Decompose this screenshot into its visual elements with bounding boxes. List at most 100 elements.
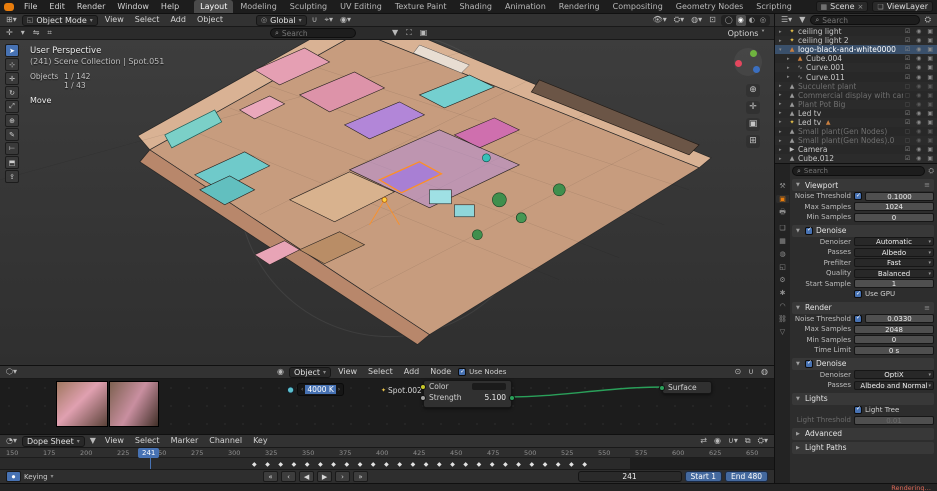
overlays-toggle-icon[interactable]: ◍▾ [689,14,704,26]
quality-dropdown[interactable]: Balanced [854,269,934,278]
outliner-item[interactable]: ▸▲ Succulent plant ▢ ◉ ▣ [775,82,937,91]
properties-search-input[interactable] [804,167,920,175]
increment-arrow-icon[interactable]: › [338,386,340,393]
visibility-toggles[interactable]: ▢ ◉ ▣ [905,137,935,144]
visibility-toggles[interactable]: ☑ ◉ ▣ [905,55,935,62]
panel-viewport-denoise[interactable]: ▼ Denoise [792,225,934,237]
tab-scripting[interactable]: Scripting [750,0,798,13]
visibility-toggles[interactable]: ☑ ◉ ▣ [905,155,935,162]
presets-icon[interactable]: ≡ [924,304,930,312]
panel-lights[interactable]: ▼Lights [792,393,934,405]
emission-output-socket[interactable] [509,395,515,401]
tool-extrude[interactable]: ⇪ [5,170,19,183]
filter-funnel-icon[interactable]: ▼ [88,435,98,447]
visibility-toggles[interactable]: ▢ ◉ ▣ [905,92,935,99]
shader-node-canvas[interactable]: ‹ 4000 K › ✦ Spot.002 Color [0,379,774,434]
visibility-toggles[interactable]: ▢ ◉ ▣ [905,83,935,90]
outliner-search[interactable]: ⌕ [810,15,919,25]
tab-physics[interactable]: ◠ [776,302,789,310]
camera-view-icon[interactable]: ▣ [746,118,760,131]
previous-keyframe-button[interactable]: ‹ [281,471,296,482]
blackbody-temperature-field[interactable]: ‹ 4000 K › [297,383,344,396]
mode-dropdown[interactable]: ◱ Object Mode ▾ [22,15,98,26]
tool-annotate[interactable]: ✎ [5,128,19,141]
menu-object[interactable]: Object [193,14,227,26]
dope-sheet-canvas[interactable]: 150 175 200 225 250 275 300 325 350 375 … [0,448,774,469]
outliner-item[interactable]: ▸▲ Cube.004 ☑ ◉ ▣ [775,54,937,63]
overlay-node-icon[interactable]: ◍ [759,366,770,378]
editor-type-icon[interactable]: ⊞▾ [4,14,19,26]
tab-modifiers[interactable]: ⚙ [776,276,789,284]
proportional-edit-icon[interactable]: ◉▾ [338,14,353,26]
shading-wireframe-icon[interactable]: ◯ [723,15,735,26]
frame-end-field[interactable]: End 480 [725,471,768,482]
tab-sculpting[interactable]: Sculpting [284,0,333,13]
playback-sync-icon[interactable]: ⇄ [698,435,709,447]
visibility-toggles[interactable]: ☑ ◉ ▣ [905,119,935,126]
time-limit-field[interactable]: 0 s [854,346,934,355]
noise-threshold-slider[interactable]: 0.1000 [865,192,934,201]
tool-search-input[interactable] [282,29,351,38]
tab-world[interactable]: ◍ [776,250,789,258]
menu-edit[interactable]: Edit [44,0,70,13]
render-denoise-checkbox[interactable] [805,360,813,368]
panel-viewport-sampling[interactable]: ▼Viewport ≡ [792,179,934,191]
menu-marker[interactable]: Marker [167,435,203,447]
surface-socket[interactable] [659,385,665,391]
outliner-item[interactable]: ▸▲ Cube.012 ☑ ◉ ▣ [775,154,937,163]
emission-node[interactable]: Color Strength 5.100 [423,380,512,408]
outliner-item[interactable]: ▸▲ Led tv ☑ ◉ ▣ [775,109,937,118]
mirror-x-icon[interactable]: ⇋ [31,27,42,39]
menu-file[interactable]: File [19,0,42,13]
options-dropdown[interactable]: Options ˅ [723,27,770,40]
properties-filter-icon[interactable]: ⛭ [928,167,934,176]
render-noise-threshold-slider[interactable]: 0.0330 [865,314,934,323]
tab-view-layer[interactable]: ❏ [776,224,789,232]
tool-move[interactable]: ✛ [5,72,19,85]
current-frame-badge[interactable]: 241 [138,448,159,458]
snap-keys-icon[interactable]: ∪▾ [726,435,740,447]
blender-logo-icon[interactable] [4,3,14,11]
presets-icon[interactable]: ≡ [924,181,930,189]
outliner-filter-icon[interactable]: ⛭ [923,14,933,26]
outliner-item[interactable]: ▾▲ logo-black-and-white0000 ☑ ◉ ▣ [775,45,937,54]
tool-select-box[interactable]: ➤ [5,44,19,57]
tab-render[interactable]: ▣ [776,195,789,203]
outliner-item[interactable]: ▸✦ Led tv ▲ ☑ ◉ ▣ [775,118,937,127]
zoom-icon[interactable]: ⊕ [746,84,760,97]
visibility-toggles[interactable]: ☑ ◉ ▣ [905,37,935,44]
tab-texture-paint[interactable]: Texture Paint [389,0,453,13]
visibility-toggles[interactable]: ▢ ◉ ▣ [905,128,935,135]
render-passes-dropdown[interactable]: Albedo and Normal [854,381,934,390]
editor-type-icon[interactable]: ☰▾ [779,14,794,26]
panel-render-denoise[interactable]: ▼ Denoise [792,358,934,370]
perspective-toggle-icon[interactable]: ⊞ [746,135,760,148]
outliner-item[interactable]: ▸∿ Curve.001 ☑ ◉ ▣ [775,63,937,72]
tab-geometry-nodes[interactable]: Geometry Nodes [670,0,749,13]
copy-keys-icon[interactable]: ⧉ [743,435,753,447]
tab-tool[interactable]: ⚒ [776,182,789,190]
playhead-line[interactable] [150,458,151,469]
panel-render-sampling[interactable]: ▼Render ≡ [792,302,934,314]
tab-scene[interactable]: ▦ [776,237,789,245]
tool-options-chevron-icon[interactable]: ▾ [19,27,27,39]
scene-selector[interactable]: ▦ Scene × [816,1,869,12]
transform-orientation-dropdown[interactable]: ◎ Global ▾ [256,15,307,26]
denoise-checkbox[interactable] [805,227,813,235]
snap-node-icon[interactable]: ∪ [746,366,756,378]
xray-toggle-icon[interactable]: ⊡ [707,14,718,26]
tool-add-cube[interactable]: ⬒ [5,156,19,169]
snap-target-dropdown-icon[interactable]: ⌖▾ [323,14,336,26]
outliner-search-input[interactable] [822,16,914,25]
proportional-keys-icon[interactable]: ◉ [712,435,723,447]
min-samples-slider[interactable]: 0 [854,213,934,222]
outliner-item[interactable]: ▸∿ Curve.011 ☑ ◉ ▣ [775,72,937,81]
next-keyframe-button[interactable]: › [335,471,350,482]
render-max-samples-slider[interactable]: 2048 [854,325,934,334]
light-threshold-slider[interactable]: 0.01 [854,416,934,425]
menu-add[interactable]: Add [166,14,190,26]
jump-to-start-button[interactable]: « [263,471,278,482]
outliner-item[interactable]: ▸▲ Plant Pot Big ▢ ◉ ▣ [775,100,937,109]
max-samples-slider[interactable]: 1024 [854,202,934,211]
menu-render[interactable]: Render [72,0,110,13]
